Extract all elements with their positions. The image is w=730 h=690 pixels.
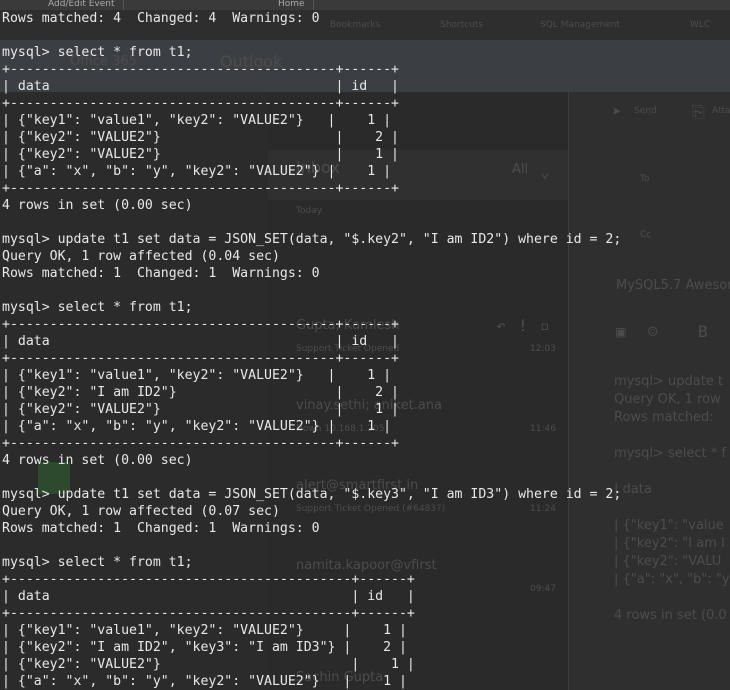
terminal-line: mysql> select * from t1;	[2, 45, 193, 60]
terminal-line: | {"key2": "VALUE2"} | 1 |	[2, 657, 415, 672]
terminal-line: | {"key2": "VALUE2"} | 2 |	[2, 130, 399, 145]
terminal-line: | {"key2": "I am ID2", "key3": "I am ID3…	[2, 640, 407, 655]
terminal-line: | {"key2": "VALUE2"} | 1 |	[2, 402, 399, 417]
terminal-line: 4 rows in set (0.00 sec)	[2, 198, 193, 213]
terminal-line: | {"a": "x", "b": "y", "key2": "VALUE2"}…	[2, 164, 392, 179]
terminal-line: | data | id |	[2, 334, 399, 349]
terminal-line: Rows matched: 1 Changed: 1 Warnings: 0	[2, 521, 320, 536]
terminal-line: | {"a": "x", "b": "y", "key2": "VALUE2"}…	[2, 674, 407, 689]
terminal-line: +---------------------------------------…	[2, 62, 399, 77]
terminal-line: | {"key2": "VALUE2"} | 1 |	[2, 147, 399, 162]
terminal-line: Rows matched: 4 Changed: 4 Warnings: 0	[2, 11, 320, 26]
terminal-line: mysql> update t1 set data = JSON_SET(dat…	[2, 487, 622, 502]
terminal-line: 4 rows in set (0.00 sec)	[2, 453, 193, 468]
terminal-line: mysql> update t1 set data = JSON_SET(dat…	[2, 232, 622, 247]
terminal-line: | {"key1": "value1", "key2": "VALUE2"} |…	[2, 368, 392, 383]
terminal-line: +---------------------------------------…	[2, 96, 399, 111]
terminal-line: Rows matched: 1 Changed: 1 Warnings: 0	[2, 266, 320, 281]
terminal-line: +---------------------------------------…	[2, 572, 415, 587]
terminal-line: +---------------------------------------…	[2, 181, 399, 196]
terminal-line: | {"key2": "I am ID2"} | 2 |	[2, 385, 399, 400]
terminal-line: +---------------------------------------…	[2, 436, 399, 451]
terminal-line: | data | id |	[2, 79, 399, 94]
terminal-line: +---------------------------------------…	[2, 606, 415, 621]
terminal-line: +---------------------------------------…	[2, 351, 399, 366]
terminal-line: mysql> select * from t1;	[2, 555, 193, 570]
terminal-line: | {"a": "x", "b": "y", "key2": "VALUE2"}…	[2, 419, 392, 434]
terminal-line: | data | id |	[2, 589, 415, 604]
terminal-line: | {"key1": "value1", "key2": "VALUE2"} |…	[2, 113, 392, 128]
terminal-line: Query OK, 1 row affected (0.04 sec)	[2, 249, 280, 264]
terminal-line: | {"key1": "value1", "key2": "VALUE2"} |…	[2, 623, 407, 638]
terminal-window[interactable]: Rows matched: 4 Changed: 4 Warnings: 0 m…	[0, 0, 730, 690]
terminal-line: Query OK, 1 row affected (0.07 sec)	[2, 504, 280, 519]
terminal-line: mysql> select * from t1;	[2, 300, 193, 315]
terminal-line: +---------------------------------------…	[2, 317, 399, 332]
